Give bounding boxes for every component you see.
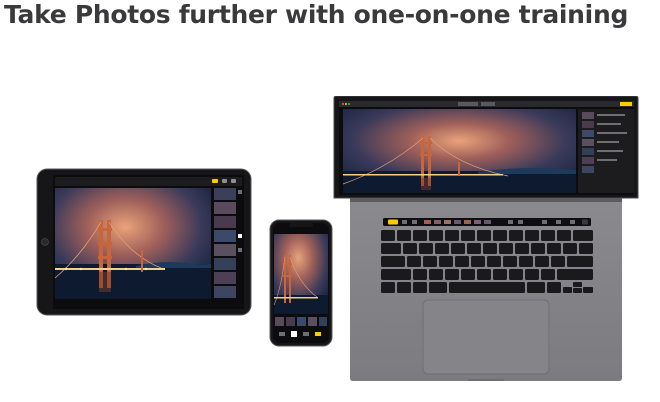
macbook-touch-bar bbox=[383, 218, 591, 226]
iphone-device bbox=[269, 219, 333, 347]
device-lineup bbox=[0, 0, 660, 402]
iphone-photo bbox=[273, 234, 328, 314]
ipad-device bbox=[36, 168, 252, 316]
macbook-photo bbox=[342, 109, 576, 193]
macbook-adjustments-sidebar bbox=[578, 109, 634, 193]
ipad-photo bbox=[54, 188, 211, 299]
macbook-device bbox=[333, 96, 639, 381]
page-headline: Take Photos further with one-on-one trai… bbox=[4, 0, 629, 29]
macbook-trackpad bbox=[422, 299, 550, 375]
iphone-filter-strip bbox=[275, 317, 327, 326]
macbook-base bbox=[350, 202, 622, 381]
macbook-display bbox=[333, 96, 639, 199]
